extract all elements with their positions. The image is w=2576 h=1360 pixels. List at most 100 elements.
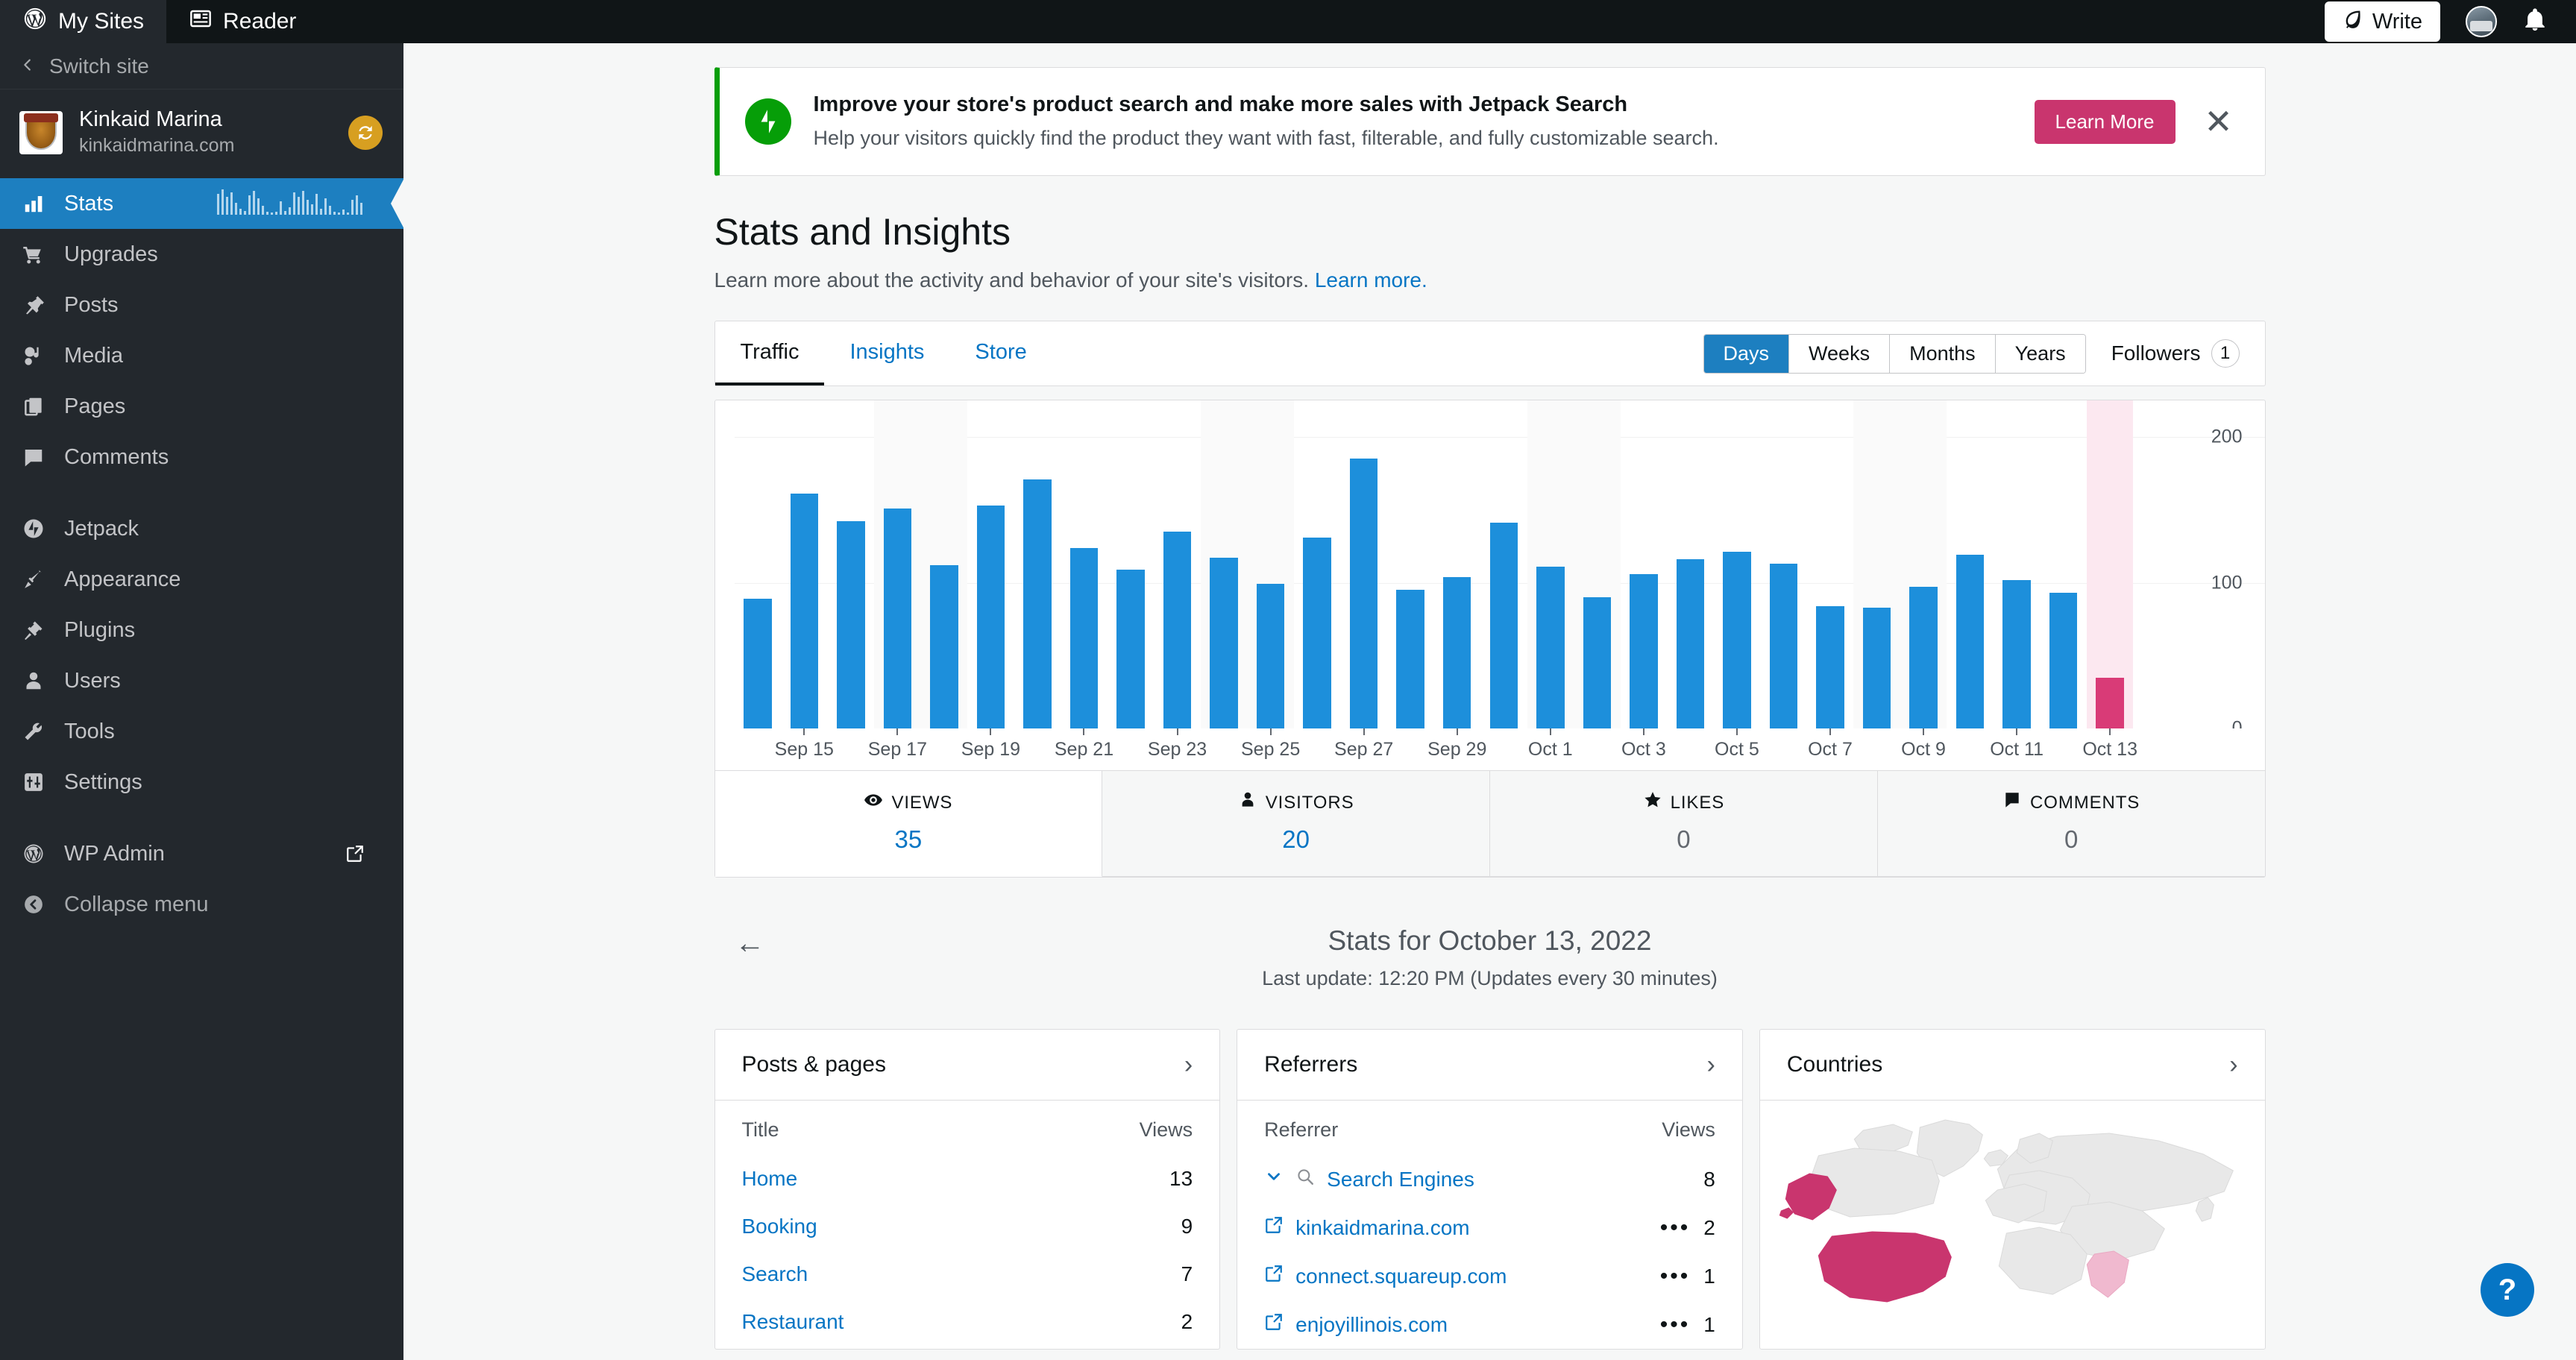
row-label[interactable]: Restaurant: [742, 1310, 1168, 1334]
sidebar-item-appearance[interactable]: Appearance: [0, 554, 403, 605]
referrers-header[interactable]: Referrers ›: [1237, 1030, 1742, 1101]
chart-x-slot: Sep 15: [781, 728, 828, 770]
sidebar-item-settings[interactable]: Settings: [0, 757, 403, 808]
masthead-my-sites[interactable]: My Sites: [0, 0, 166, 43]
row-label-group[interactable]: enjoyillinois.com: [1264, 1312, 1647, 1337]
chart-bar[interactable]: [1023, 479, 1052, 729]
row-label-group[interactable]: connect.squareup.com: [1264, 1264, 1647, 1288]
sidebar-item-jetpack[interactable]: Jetpack: [0, 503, 403, 554]
row-more-options-icon[interactable]: •••: [1660, 1314, 1691, 1336]
row-label[interactable]: Home: [742, 1167, 1157, 1191]
tab-traffic[interactable]: Traffic: [715, 321, 825, 385]
table-row[interactable]: Restaurant 2: [715, 1298, 1220, 1346]
chart-bar[interactable]: [977, 506, 1005, 729]
chart-bar[interactable]: [791, 494, 819, 728]
masthead-reader[interactable]: Reader: [166, 0, 318, 43]
table-row[interactable]: Search Engines 8: [1237, 1155, 1742, 1203]
close-icon[interactable]: ✕: [2198, 101, 2240, 142]
sidebar-item-media[interactable]: Media: [0, 330, 403, 381]
sidebar-item-upgrades[interactable]: Upgrades: [0, 229, 403, 280]
chart-bar[interactable]: [1163, 532, 1192, 728]
chart-bar[interactable]: [2002, 580, 2031, 729]
sidebar-item-pages[interactable]: Pages: [0, 381, 403, 432]
help-button[interactable]: ?: [2481, 1263, 2534, 1317]
period-weeks[interactable]: Weeks: [1789, 335, 1890, 373]
sidebar-item-collapse-menu[interactable]: Collapse menu: [0, 879, 403, 930]
bell-icon[interactable]: [2522, 7, 2548, 37]
summary-tab-comments[interactable]: COMMENTS 0: [1878, 771, 2265, 877]
row-label-group[interactable]: Search Engines: [1264, 1167, 1690, 1191]
chart-bar[interactable]: [1863, 608, 1891, 728]
chart-bar[interactable]: [1536, 567, 1565, 728]
row-label[interactable]: Search Engines: [1327, 1168, 1474, 1191]
sidebar-item-plugins[interactable]: Plugins: [0, 605, 403, 655]
chart-bar[interactable]: [1116, 570, 1145, 728]
sidebar-item-stats[interactable]: Stats: [0, 178, 403, 229]
back-arrow-icon[interactable]: ←: [735, 928, 765, 958]
chart-bar[interactable]: [1909, 587, 1938, 728]
sidebar-item-tools[interactable]: Tools: [0, 706, 403, 757]
chart-bar[interactable]: [1956, 555, 1985, 728]
chart-bar[interactable]: [744, 599, 772, 728]
chart-bar[interactable]: [2096, 678, 2124, 729]
world-map[interactable]: [1760, 1101, 2265, 1309]
row-label[interactable]: enjoyillinois.com: [1295, 1313, 1448, 1337]
current-site[interactable]: Kinkaid Marina kinkaidmarina.com: [0, 89, 403, 175]
row-more-options-icon[interactable]: •••: [1660, 1265, 1691, 1288]
row-label[interactable]: kinkaidmarina.com: [1295, 1216, 1469, 1240]
row-more-options-icon[interactable]: •••: [1660, 1217, 1691, 1239]
table-row[interactable]: enjoyillinois.com ••• 1: [1237, 1300, 1742, 1349]
chart-bar[interactable]: [1677, 559, 1705, 728]
search-icon: [1295, 1167, 1315, 1191]
avatar[interactable]: [2466, 6, 2497, 37]
sidebar-item-users[interactable]: Users: [0, 655, 403, 706]
chart-bar[interactable]: [1583, 597, 1612, 728]
write-button[interactable]: Write: [2325, 1, 2440, 42]
tab-insights[interactable]: Insights: [824, 321, 949, 385]
chart-bar[interactable]: [2049, 593, 2078, 728]
period-days[interactable]: Days: [1704, 335, 1790, 373]
sidebar-item-posts[interactable]: Posts: [0, 280, 403, 330]
sidebar-item-wp-admin[interactable]: WP Admin: [0, 828, 403, 879]
banner-learn-more-button[interactable]: Learn More: [2035, 100, 2176, 144]
switch-site-button[interactable]: Switch site: [0, 43, 403, 89]
chart-bar[interactable]: [930, 565, 958, 728]
summary-likes-label-row: LIKES: [1490, 790, 1877, 815]
chart-bar[interactable]: [837, 521, 865, 728]
chart-bar[interactable]: [1210, 558, 1238, 728]
period-months[interactable]: Months: [1890, 335, 1996, 373]
table-row[interactable]: Booking 9: [715, 1203, 1220, 1250]
sidebar-item-comments[interactable]: Comments: [0, 432, 403, 482]
row-label[interactable]: Search: [742, 1262, 1168, 1286]
posts-and-pages-header[interactable]: Posts & pages ›: [715, 1030, 1220, 1101]
site-sync-icon[interactable]: [348, 116, 383, 150]
chart-bar[interactable]: [884, 509, 912, 729]
row-label-group[interactable]: kinkaidmarina.com: [1264, 1215, 1647, 1240]
table-row[interactable]: connect.squareup.com ••• 1: [1237, 1252, 1742, 1300]
chart-bar[interactable]: [1443, 577, 1471, 729]
chart-bar[interactable]: [1303, 538, 1331, 728]
chart-bar[interactable]: [1350, 459, 1378, 728]
chart-bar[interactable]: [1490, 523, 1518, 728]
table-row[interactable]: Search 7: [715, 1250, 1220, 1298]
page-subtitle-link[interactable]: Learn more.: [1315, 268, 1427, 292]
followers-button[interactable]: Followers 1: [2111, 339, 2240, 368]
summary-tab-likes[interactable]: LIKES 0: [1490, 771, 1878, 877]
tab-store[interactable]: Store: [949, 321, 1052, 385]
chart-bar[interactable]: [1396, 590, 1424, 728]
summary-tab-visitors[interactable]: VISITORS 20: [1102, 771, 1490, 877]
chart-bar[interactable]: [1070, 548, 1099, 729]
period-years[interactable]: Years: [1996, 335, 2085, 373]
chart-bar[interactable]: [1630, 574, 1658, 729]
chart-bar[interactable]: [1723, 552, 1751, 728]
summary-tab-views[interactable]: VIEWS 35: [715, 771, 1103, 877]
row-label[interactable]: connect.squareup.com: [1295, 1265, 1507, 1288]
table-row[interactable]: Home 13: [715, 1155, 1220, 1203]
table-row[interactable]: kinkaidmarina.com ••• 2: [1237, 1203, 1742, 1252]
chart-bar[interactable]: [1257, 584, 1285, 728]
countries-header[interactable]: Countries ›: [1760, 1030, 2265, 1101]
row-label[interactable]: Booking: [742, 1215, 1168, 1238]
chart-bar[interactable]: [1770, 564, 1798, 728]
chart-bar[interactable]: [1816, 606, 1844, 728]
chevron-down-icon[interactable]: [1264, 1167, 1284, 1191]
